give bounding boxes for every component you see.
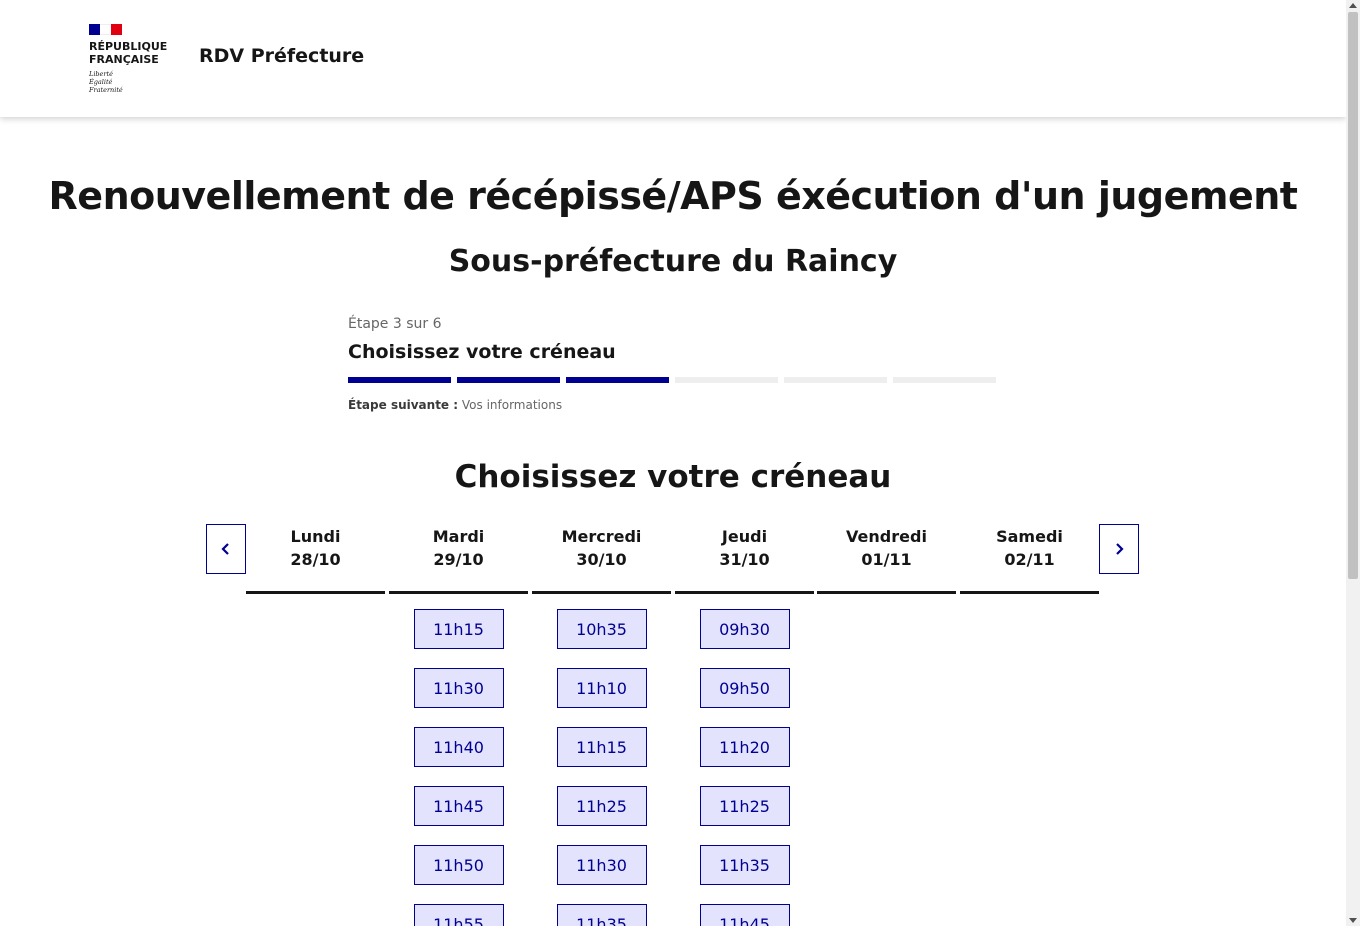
logo-text: RÉPUBLIQUE FRANÇAISE	[89, 40, 179, 66]
step-progress-bars	[348, 377, 998, 383]
next-step-info: Étape suivante : Vos informations	[348, 398, 998, 412]
time-slot-button[interactable]: 11h25	[699, 786, 790, 826]
day-column-mardi: Mardi 29/10 11h15 11h30 11h40 11h45 11h50 11h55	[389, 524, 528, 926]
day-date: 29/10	[433, 550, 484, 569]
motto: Liberté Égalité Fraternité	[89, 70, 179, 94]
day-name: Lundi	[290, 527, 341, 546]
chevron-left-icon	[221, 543, 229, 555]
time-slot-button[interactable]: 11h45	[413, 786, 504, 826]
previous-days-button[interactable]	[206, 524, 246, 574]
time-slot-button[interactable]: 11h10	[556, 668, 647, 708]
step-progress-bar	[457, 377, 560, 383]
page-title: Renouvellement de récépissé/APS éxécutio…	[48, 174, 1298, 218]
day-column-jeudi: Jeudi 31/10 09h30 09h50 11h20 11h25 11h35 11h45	[675, 524, 814, 926]
stepper: Étape 3 sur 6 Choisissez votre créneau É…	[348, 316, 998, 412]
step-count: Étape 3 sur 6	[348, 316, 442, 332]
time-slot-button[interactable]: 11h15	[556, 727, 647, 767]
republique-francaise-logo[interactable]: RÉPUBLIQUE FRANÇAISE Liberté Égalité Fra…	[89, 24, 179, 94]
page-subtitle: Sous-préfecture du Raincy	[448, 244, 898, 279]
chevron-right-icon	[1116, 543, 1124, 555]
day-column-vendredi: Vendredi 01/11	[817, 524, 956, 609]
section-title: Choisissez votre créneau	[454, 459, 892, 495]
day-name: Mercredi	[561, 527, 642, 546]
next-step-value: Vos informations	[461, 398, 563, 412]
time-slot-button[interactable]: 11h35	[556, 904, 647, 926]
day-header: Mercredi 30/10	[532, 524, 671, 594]
time-slot-button[interactable]: 11h30	[413, 668, 504, 708]
day-name: Jeudi	[721, 527, 768, 546]
slot-list: 11h15 11h30 11h40 11h45 11h50 11h55	[389, 594, 528, 926]
day-column-lundi: Lundi 28/10	[246, 524, 385, 609]
day-header: Vendredi 01/11	[817, 524, 956, 594]
motto-line-1: Liberté	[89, 70, 113, 78]
french-flag-icon	[89, 24, 122, 35]
time-slot-button[interactable]: 10h35	[556, 609, 647, 649]
day-column-samedi: Samedi 02/11	[960, 524, 1099, 609]
step-progress-bar	[566, 377, 669, 383]
day-header: Lundi 28/10	[246, 524, 385, 594]
day-column-mercredi: Mercredi 30/10 10h35 11h10 11h15 11h25 11h30 11…	[532, 524, 671, 926]
logo-line-1: RÉPUBLIQUE	[89, 40, 168, 53]
logo-line-2: FRANÇAISE	[89, 53, 159, 66]
day-name: Mardi	[432, 527, 485, 546]
scroll-up-arrow-icon[interactable]	[1349, 3, 1357, 8]
time-slot-button[interactable]: 11h50	[413, 845, 504, 885]
time-slot-button[interactable]: 09h50	[699, 668, 790, 708]
day-header: Jeudi 31/10	[675, 524, 814, 594]
next-days-button[interactable]	[1099, 524, 1139, 574]
page-scrollbar[interactable]	[1346, 0, 1360, 926]
day-date: 01/11	[861, 550, 912, 569]
time-slot-button[interactable]: 11h30	[556, 845, 647, 885]
slot-list: 10h35 11h10 11h15 11h25 11h30 11h35	[532, 594, 671, 926]
motto-line-3: Fraternité	[89, 86, 123, 94]
slot-list: 09h30 09h50 11h20 11h25 11h35 11h45	[675, 594, 814, 926]
day-name: Vendredi	[846, 527, 927, 546]
time-slot-button[interactable]: 11h55	[413, 904, 504, 926]
time-slot-button[interactable]: 11h20	[699, 727, 790, 767]
scroll-down-arrow-icon[interactable]	[1349, 918, 1357, 923]
service-title-link[interactable]: RDV Préfecture	[199, 45, 364, 67]
time-slot-button[interactable]: 09h30	[699, 609, 790, 649]
step-progress-bar	[784, 377, 887, 383]
time-slot-button[interactable]: 11h45	[699, 904, 790, 926]
day-name: Samedi	[996, 527, 1063, 546]
day-date: 30/10	[576, 550, 627, 569]
day-header: Mardi 29/10	[389, 524, 528, 594]
step-progress-bar	[675, 377, 778, 383]
day-date: 31/10	[719, 550, 770, 569]
step-progress-bar	[348, 377, 451, 383]
time-slot-button[interactable]: 11h15	[413, 609, 504, 649]
time-slot-button[interactable]: 11h25	[556, 786, 647, 826]
slot-list	[960, 594, 1099, 609]
day-date: 02/11	[1004, 550, 1055, 569]
scrollbar-thumb[interactable]	[1348, 12, 1358, 579]
site-header: RÉPUBLIQUE FRANÇAISE Liberté Égalité Fra…	[0, 0, 1346, 117]
step-progress-bar	[893, 377, 996, 383]
day-date: 28/10	[290, 550, 341, 569]
motto-line-2: Égalité	[89, 78, 113, 86]
slot-list	[817, 594, 956, 609]
time-slot-button[interactable]: 11h35	[699, 845, 790, 885]
slot-list	[246, 594, 385, 609]
day-header: Samedi 02/11	[960, 524, 1099, 594]
time-slot-button[interactable]: 11h40	[413, 727, 504, 767]
step-title: Choisissez votre créneau	[348, 341, 616, 363]
next-step-label: Étape suivante :	[348, 398, 459, 412]
